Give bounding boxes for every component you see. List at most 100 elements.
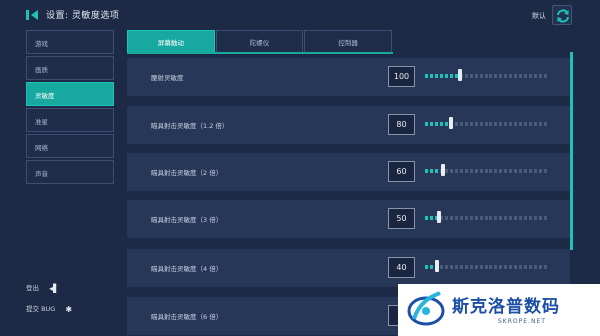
slider-thumb[interactable] [437, 211, 442, 223]
slider-tick [464, 74, 468, 78]
slider-tick [474, 169, 478, 173]
slider-tick [425, 265, 428, 269]
back-icon[interactable] [26, 9, 40, 21]
slider-tick [499, 169, 503, 173]
value-input[interactable]: 60 [388, 161, 415, 182]
value-text: 80 [396, 120, 407, 129]
sidebar-item-crosshair[interactable]: 准星 [26, 108, 114, 132]
slider-tick [509, 265, 513, 269]
slider-tick [534, 74, 538, 78]
slider-tick [529, 169, 533, 173]
value-input[interactable]: 80 [388, 114, 415, 135]
slider-tick [514, 122, 518, 126]
slider-tick [429, 265, 433, 269]
logout-icon: ◂▌ [49, 283, 60, 293]
watermark-url: SKROPE.NET [498, 318, 546, 325]
sensitivity-slider[interactable] [425, 164, 549, 178]
slider-tick [479, 216, 483, 220]
sidebar-item-graphics[interactable]: 画质 [26, 56, 114, 80]
tab-touch-screen[interactable]: 屏幕触动 [127, 30, 215, 52]
slider-track [425, 122, 549, 126]
slider-tick [504, 216, 508, 220]
tab-controller[interactable]: 控制器 [304, 30, 393, 52]
slider-thumb[interactable] [448, 117, 453, 129]
value-input[interactable]: 100 [388, 66, 415, 87]
value-text: 60 [396, 167, 407, 176]
slider-tick [519, 216, 523, 220]
slider-tick [469, 122, 473, 126]
slider-tick [524, 122, 528, 126]
header: 设置: 灵敏度选项 默认 [0, 0, 600, 30]
slider-tick [444, 122, 448, 126]
slider-tick [514, 216, 518, 220]
slider-tick [449, 169, 453, 173]
slider-tick [425, 122, 428, 126]
slider-tick [479, 74, 483, 78]
value-input[interactable]: 50 [388, 208, 415, 229]
slider-tick [464, 216, 468, 220]
logout-label: 登出 [26, 284, 39, 292]
slider-track [425, 265, 549, 269]
sidebar-item-label: 网络 [35, 144, 48, 152]
slider-tick [539, 216, 543, 220]
slider-tick [544, 74, 548, 78]
slider-track [425, 74, 549, 78]
sidebar-item-network[interactable]: 网络 [26, 134, 114, 158]
slider-tick [529, 265, 533, 269]
scrollbar[interactable] [570, 52, 573, 250]
slider-tick [509, 216, 513, 220]
slider-tick [509, 74, 513, 78]
report-bug-link[interactable]: 提交 BUG ✱ [26, 303, 72, 314]
sidebar-item-game[interactable]: 游戏 [26, 30, 114, 54]
slider-tick [534, 216, 538, 220]
slider-tick [454, 169, 458, 173]
sidebar-item-label: 游戏 [35, 40, 48, 48]
value-text: 40 [396, 263, 407, 272]
setting-label: 瞄具射击灵敏度（4 倍） [151, 265, 223, 273]
slider-tick [479, 265, 483, 269]
slider-tick [539, 169, 543, 173]
slider-tick [539, 74, 543, 78]
slider-tick [539, 265, 543, 269]
slider-thumb[interactable] [458, 69, 463, 81]
slider-tick [544, 216, 548, 220]
tab-gyroscope[interactable]: 陀螺仪 [215, 30, 304, 52]
slider-tick [544, 169, 548, 173]
sidebar-item-sound[interactable]: 声音 [26, 160, 114, 184]
sidebar-item-sensitivity[interactable]: 灵敏度 [26, 82, 114, 106]
slider-tick [499, 216, 503, 220]
slider-track [425, 216, 549, 220]
slider-tick [444, 169, 448, 173]
slider-tick [489, 169, 493, 173]
slider-tick [439, 122, 443, 126]
slider-thumb[interactable] [441, 164, 446, 176]
slider-tick [479, 122, 483, 126]
refresh-icon [557, 9, 569, 23]
slider-tick [534, 169, 538, 173]
slider-tick [484, 169, 488, 173]
slider-tick [494, 74, 498, 78]
sensitivity-slider[interactable] [425, 117, 549, 131]
value-input[interactable]: 40 [388, 257, 415, 278]
sensitivity-slider[interactable] [425, 69, 549, 83]
value-text: 50 [396, 214, 407, 223]
slider-tick [439, 74, 443, 78]
slider-tick [514, 265, 518, 269]
setting-row: 瞄具射击灵敏度（1.2 倍） 80 [127, 106, 570, 144]
watermark-brand: 斯克洛普数码 [452, 297, 560, 317]
sensitivity-slider[interactable] [425, 260, 549, 274]
slider-tick [425, 216, 428, 220]
slider-tick [444, 265, 448, 269]
slider-tick [524, 74, 528, 78]
slider-thumb[interactable] [434, 260, 439, 272]
slider-tick [449, 74, 453, 78]
slider-tick [489, 74, 493, 78]
slider-tick [454, 265, 458, 269]
reset-button[interactable] [552, 5, 572, 25]
logout-link[interactable]: 登出 ◂▌ [26, 282, 59, 293]
setting-label: 瞄具射击灵敏度（3 倍） [151, 216, 223, 224]
slider-tick [504, 169, 508, 173]
slider-tick [484, 74, 488, 78]
slider-tick [429, 74, 433, 78]
sensitivity-slider[interactable] [425, 211, 549, 225]
